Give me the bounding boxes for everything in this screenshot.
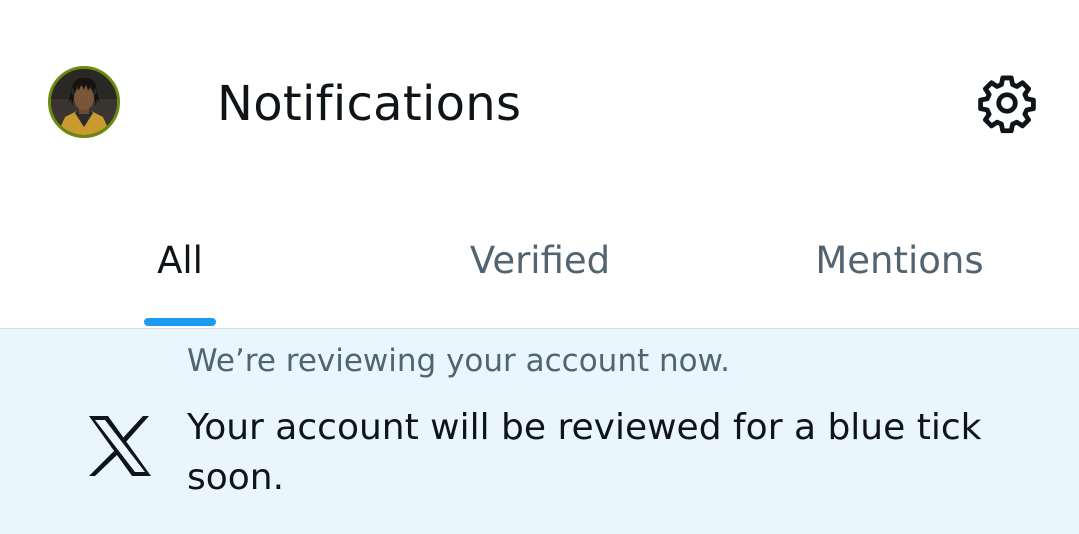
notification-tabs: All Verified Mentions — [0, 205, 1079, 329]
notifications-page: Notifications All Verified Mentions We’r… — [0, 0, 1079, 534]
notification-item[interactable]: We’re reviewing your account now. Your a… — [0, 329, 1079, 534]
avatar[interactable] — [48, 66, 120, 138]
notification-subtitle: We’re reviewing your account now. — [187, 343, 730, 379]
settings-button[interactable] — [972, 68, 1042, 138]
gear-icon — [978, 75, 1036, 134]
notification-text: Your account will be reviewed for a blue… — [187, 407, 982, 498]
tab-label: Mentions — [815, 239, 984, 282]
tab-verified[interactable]: Verified — [360, 205, 720, 329]
tab-all[interactable]: All — [0, 205, 360, 329]
active-tab-indicator — [144, 318, 216, 326]
tab-label: Verified — [469, 239, 611, 282]
page-title: Notifications — [217, 76, 522, 132]
tab-mentions[interactable]: Mentions — [720, 205, 1079, 329]
top-app-bar: Notifications — [0, 0, 1079, 205]
avatar-image — [51, 69, 117, 135]
tab-label: All — [157, 239, 203, 282]
x-logo-icon — [89, 416, 151, 476]
